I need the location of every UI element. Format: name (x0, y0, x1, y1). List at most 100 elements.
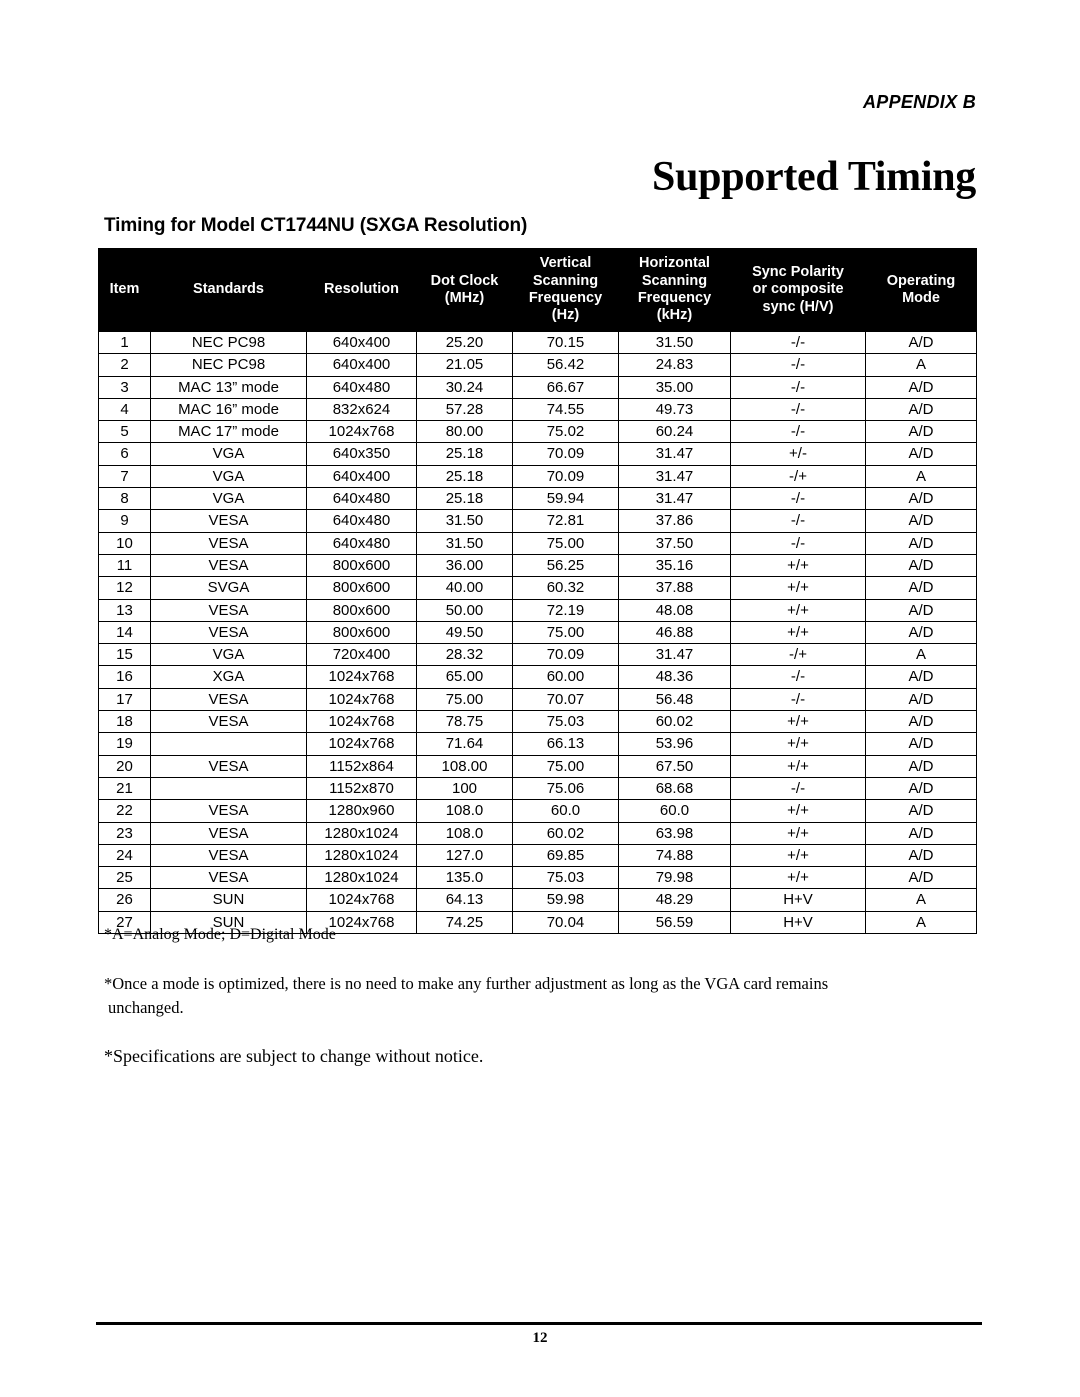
cell-item: 13 (98, 598, 151, 622)
column-header-vertical-scanning-frequency: Vertical Scanning Frequency (Hz) (512, 248, 619, 332)
column-header-resolution-label: Resolution (324, 281, 399, 298)
table-row: 26 SUN 1024x768 64.13 59.98 48.29 H+V A (98, 888, 977, 912)
cell-resolution: 1152x864 (306, 754, 417, 778)
cell-horizontal-frequency: 31.47 (618, 643, 731, 667)
cell-dot-clock: 71.64 (416, 732, 513, 756)
table-row: 25 VESA 1280x1024 135.0 75.03 79.98 +/+ A/D (98, 866, 977, 890)
cell-dot-clock: 49.50 (416, 620, 513, 645)
cell-operating-mode: A/D (865, 732, 977, 756)
footer-divider (96, 1322, 982, 1325)
cell-vertical-frequency: 75.00 (512, 620, 619, 645)
cell-horizontal-frequency: 56.48 (618, 687, 731, 712)
supported-timing-table: Item Standards Resolution Dot Clock (MHz… (98, 248, 977, 935)
cell-vertical-frequency: 75.06 (512, 776, 619, 801)
cell-horizontal-frequency: 37.86 (618, 509, 731, 533)
cell-dot-clock: 57.28 (416, 397, 513, 422)
cell-item: 7 (98, 464, 151, 489)
cell-vertical-frequency: 72.81 (512, 509, 619, 533)
cell-resolution: 640x480 (306, 375, 417, 399)
cell-horizontal-frequency: 37.50 (618, 531, 731, 555)
cell-horizontal-frequency: 35.00 (618, 375, 731, 399)
cell-dot-clock: 31.50 (416, 531, 513, 555)
cell-vertical-frequency: 60.00 (512, 665, 619, 689)
cell-standards: VGA (150, 442, 307, 466)
cell-vertical-frequency: 60.0 (512, 799, 619, 823)
cell-sync-polarity: -/- (730, 531, 866, 555)
cell-dot-clock: 25.18 (416, 464, 513, 489)
cell-operating-mode: A/D (865, 576, 977, 600)
column-header-dot-clock: Dot Clock (MHz) (416, 248, 513, 332)
cell-resolution: 832x624 (306, 397, 417, 422)
cell-vertical-frequency: 66.67 (512, 375, 619, 399)
cell-item: 22 (98, 799, 151, 823)
cell-horizontal-frequency: 79.98 (618, 866, 731, 890)
column-header-sync-line3: sync (H/V) (762, 298, 834, 315)
table-row: 13 VESA 800x600 50.00 72.19 48.08 +/+ A/D (98, 598, 977, 622)
cell-item: 8 (98, 487, 151, 511)
cell-standards: XGA (150, 665, 307, 689)
cell-item: 26 (98, 888, 151, 912)
cell-vertical-frequency: 70.09 (512, 442, 619, 466)
cell-operating-mode: A (865, 353, 977, 377)
column-header-item: Item (98, 248, 151, 332)
cell-operating-mode: A/D (865, 754, 977, 778)
cell-horizontal-frequency: 31.50 (618, 330, 731, 355)
table-row: 18 VESA 1024x768 78.75 75.03 60.02 +/+ A/D (98, 710, 977, 734)
table-row: 8 VGA 640x480 25.18 59.94 31.47 -/- A/D (98, 487, 977, 511)
cell-horizontal-frequency: 68.68 (618, 776, 731, 801)
cell-standards: VGA (150, 464, 307, 489)
cell-dot-clock: 108.0 (416, 821, 513, 845)
cell-item: 20 (98, 754, 151, 778)
appendix-label: APPENDIX B (863, 92, 976, 113)
column-header-vertical-line3: Frequency (528, 290, 603, 306)
cell-item: 16 (98, 665, 151, 689)
cell-sync-polarity: -/- (730, 487, 866, 511)
cell-operating-mode: A/D (865, 420, 977, 444)
cell-vertical-frequency: 56.25 (512, 553, 619, 578)
cell-dot-clock: 127.0 (416, 843, 513, 868)
table-header-row: Item Standards Resolution Dot Clock (MHz… (98, 248, 977, 332)
cell-vertical-frequency: 60.32 (512, 576, 619, 600)
page-title: Supported Timing (652, 154, 976, 201)
cell-item: 2 (98, 353, 151, 377)
cell-dot-clock: 30.24 (416, 375, 513, 399)
cell-standards: VGA (150, 643, 307, 667)
column-header-mode-line2: Mode (902, 290, 940, 306)
column-header-horizontal-scanning-frequency: Horizontal Scanning Frequency (kHz) (618, 248, 731, 332)
cell-operating-mode: A/D (865, 487, 977, 511)
cell-vertical-frequency: 70.07 (512, 687, 619, 712)
table-row: 9 VESA 640x480 31.50 72.81 37.86 -/- A/D (98, 509, 977, 533)
cell-resolution: 800x600 (306, 576, 417, 600)
cell-sync-polarity: +/+ (730, 799, 866, 823)
column-header-sync-line2: or composite (752, 281, 844, 298)
cell-operating-mode: A (865, 643, 977, 667)
cell-dot-clock: 25.18 (416, 442, 513, 466)
cell-vertical-frequency: 74.55 (512, 397, 619, 422)
cell-dot-clock: 36.00 (416, 553, 513, 578)
note-specifications: *Specifications are subject to change wi… (104, 1045, 484, 1066)
cell-resolution: 800x600 (306, 620, 417, 645)
note-optimized-line2: unchanged. (108, 997, 184, 1017)
table-row: 6 VGA 640x350 25.18 70.09 31.47 +/- A/D (98, 442, 977, 466)
cell-resolution: 1280x960 (306, 799, 417, 823)
cell-operating-mode: A/D (865, 598, 977, 622)
cell-sync-polarity: -/- (730, 665, 866, 689)
cell-horizontal-frequency: 48.29 (618, 888, 731, 912)
table-row: 12 SVGA 800x600 40.00 60.32 37.88 +/+ A/D (98, 576, 977, 600)
cell-dot-clock: 64.13 (416, 888, 513, 912)
table-row: 4 MAC 16” mode 832x624 57.28 74.55 49.73 -/- A/… (98, 397, 977, 422)
cell-sync-polarity: +/+ (730, 732, 866, 756)
column-header-operating-mode: Operating Mode (865, 248, 977, 332)
table-row: 2 NEC PC98 640x400 21.05 56.42 24.83 -/- A (98, 353, 977, 377)
cell-resolution: 640x400 (306, 330, 417, 355)
cell-vertical-frequency: 59.98 (512, 888, 619, 912)
cell-sync-polarity: +/- (730, 442, 866, 466)
cell-vertical-frequency: 75.00 (512, 754, 619, 778)
note-analog-digital: *A=Analog Mode; D=Digital Mode (104, 926, 336, 943)
cell-horizontal-frequency: 49.73 (618, 397, 731, 422)
cell-operating-mode: A/D (865, 330, 977, 355)
column-header-dot-clock-line1: Dot Clock (430, 272, 499, 289)
table-row: 15 VGA 720x400 28.32 70.09 31.47 -/+ A (98, 643, 977, 667)
cell-operating-mode: A/D (865, 442, 977, 466)
cell-item: 5 (98, 420, 151, 444)
